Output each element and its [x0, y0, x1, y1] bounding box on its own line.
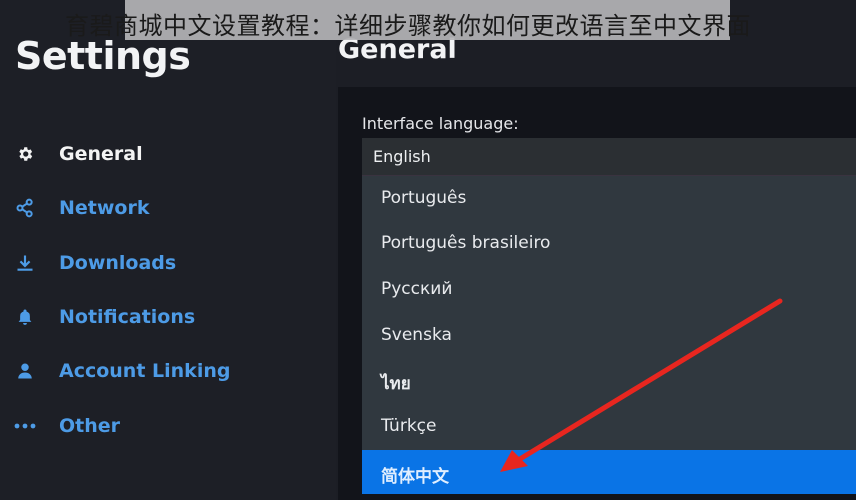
option-label: Türkçe — [381, 416, 437, 436]
bell-icon — [14, 306, 36, 328]
gear-icon — [14, 143, 36, 165]
download-icon — [14, 252, 36, 274]
option-label: Русский — [381, 279, 453, 299]
sidebar-item-general[interactable]: General — [14, 140, 143, 168]
language-option-thai[interactable]: ไทย — [362, 358, 856, 402]
option-label: Português brasileiro — [381, 233, 551, 253]
language-option-svenska[interactable]: Svenska — [362, 313, 856, 357]
settings-sidebar: Settings General Network Downloads Notif… — [0, 0, 336, 500]
language-option-russian[interactable]: Русский — [362, 267, 856, 311]
sidebar-item-downloads[interactable]: Downloads — [14, 249, 176, 277]
language-option-turkce[interactable]: Türkçe — [362, 404, 856, 448]
language-option-portugues-brasileiro[interactable]: Português brasileiro — [362, 221, 856, 265]
ellipsis-icon — [14, 415, 36, 437]
sidebar-item-network[interactable]: Network — [14, 194, 149, 222]
option-label: 简体中文 — [381, 467, 449, 487]
selected-language: English — [373, 147, 431, 166]
user-icon — [14, 360, 36, 382]
option-label: ไทย — [381, 374, 411, 394]
sidebar-item-label: Notifications — [59, 306, 196, 328]
sidebar-item-label: Other — [59, 415, 121, 437]
language-option-simplified-chinese[interactable]: 简体中文 — [362, 450, 856, 494]
caption-text: 育碧商城中文设置教程：详细步骤教你如何更改语言至中文界面 — [65, 12, 751, 40]
sidebar-item-label: Downloads — [59, 252, 177, 274]
language-option-portugues[interactable]: Português — [362, 176, 856, 220]
network-icon — [14, 197, 36, 219]
sidebar-item-account-linking[interactable]: Account Linking — [14, 357, 230, 385]
interface-language-select[interactable]: English — [362, 138, 856, 176]
language-dropdown-list: Português Português brasileiro Русский S… — [362, 176, 856, 494]
sidebar-item-other[interactable]: Other — [14, 412, 120, 440]
sidebar-item-label: Network — [59, 197, 150, 219]
option-label: Svenska — [381, 325, 452, 345]
interface-language-label: Interface language: — [362, 114, 519, 133]
sidebar-item-label: Account Linking — [59, 360, 231, 382]
option-label: Português — [381, 188, 467, 208]
sidebar-item-label: General — [59, 143, 143, 165]
sidebar-item-notifications[interactable]: Notifications — [14, 303, 195, 331]
